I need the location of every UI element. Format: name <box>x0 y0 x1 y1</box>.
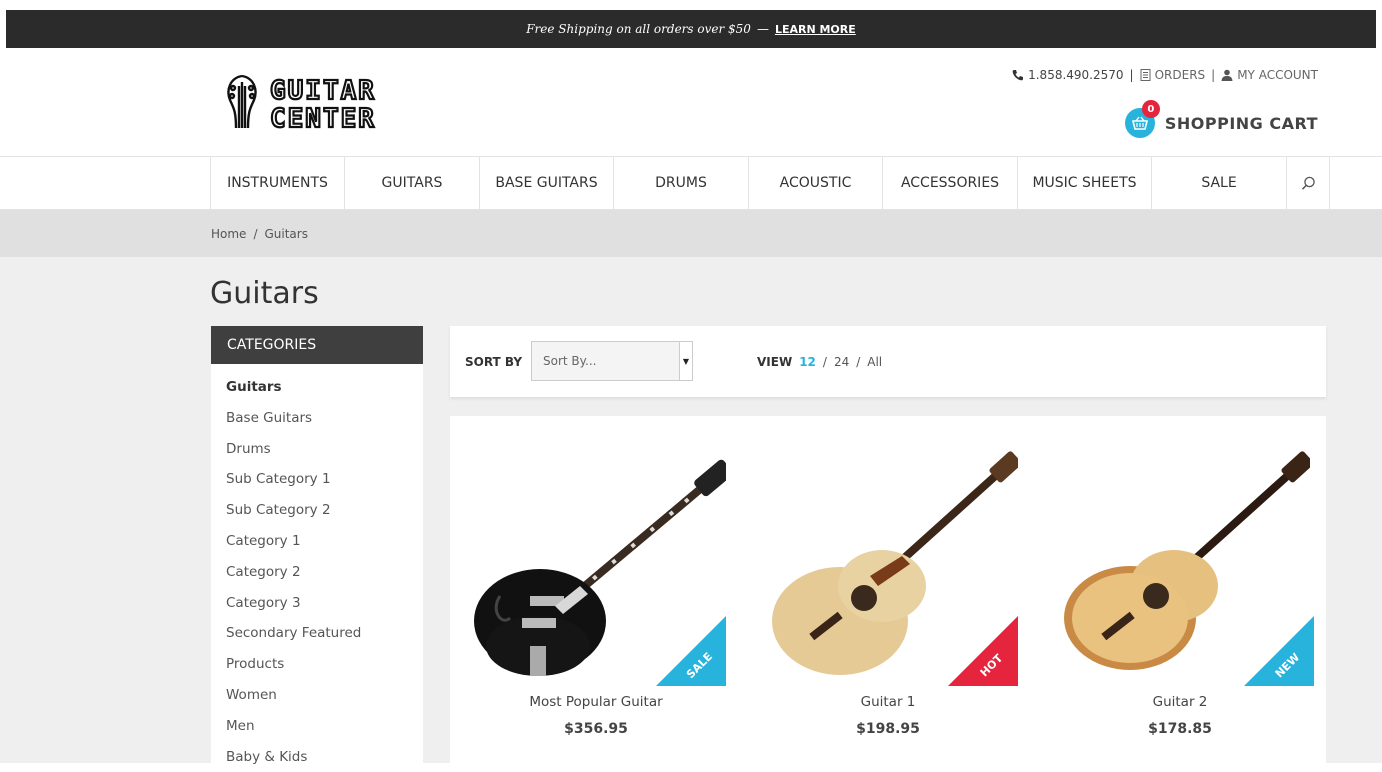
logo-text-bottom: CENTER <box>270 104 376 132</box>
product-price: $178.85 <box>1148 721 1212 737</box>
page-title: Guitars <box>210 276 319 311</box>
breadcrumb: Home / Guitars <box>211 227 308 241</box>
new-badge: NEW <box>1244 616 1314 686</box>
category-item-men[interactable]: Men <box>226 711 423 742</box>
categories-heading: CATEGORIES <box>211 326 423 364</box>
category-item-drums[interactable]: Drums <box>226 434 423 465</box>
phone-link[interactable]: 1.858.490.2570 <box>1012 68 1124 82</box>
promo-separator: — <box>756 22 769 36</box>
site-header: GUITAR CENTER 1.858.490.2570 | ORDERS | <box>0 48 1382 156</box>
user-icon <box>1221 69 1233 81</box>
main-nav: INSTRUMENTS GUITARS BASE GUITARS DRUMS A… <box>0 156 1382 210</box>
product-card[interactable]: NEW Guitar 2 $178.85 <box>1034 416 1326 763</box>
product-name[interactable]: Most Popular Guitar <box>450 694 742 710</box>
category-item-category-3[interactable]: Category 3 <box>226 588 423 619</box>
category-item-guitars[interactable]: Guitars <box>226 372 423 403</box>
guitar-center-logo[interactable]: GUITAR CENTER <box>222 72 462 132</box>
category-item-baby-kids[interactable]: Baby & Kids <box>226 742 423 772</box>
view-label: VIEW <box>757 355 793 369</box>
breadcrumb-separator: / <box>253 227 258 241</box>
search-button[interactable] <box>1286 157 1330 209</box>
sort-select[interactable]: Sort By... ▼ <box>531 341 693 381</box>
logo-text-top: GUITAR <box>270 76 376 106</box>
view-separator: / <box>856 355 861 369</box>
account-label: MY ACCOUNT <box>1237 68 1318 82</box>
util-divider: | <box>1129 68 1134 82</box>
breadcrumb-bar: Home / Guitars <box>0 210 1382 257</box>
nav-item-base-guitars[interactable]: BASE GUITARS <box>479 157 613 209</box>
product-card[interactable]: HOT Guitar 1 $198.95 <box>742 416 1034 763</box>
nav-item-drums[interactable]: DRUMS <box>613 157 748 209</box>
promo-text: Free Shipping on all orders over $50 <box>526 22 751 36</box>
view-options: VIEW 12 / 24 / All <box>757 355 882 369</box>
category-item-sub-category-2[interactable]: Sub Category 2 <box>226 495 423 526</box>
util-divider: | <box>1211 68 1216 82</box>
nav-item-sale[interactable]: SALE <box>1151 157 1286 209</box>
orders-icon <box>1140 69 1151 81</box>
nav-item-instruments[interactable]: INSTRUMENTS <box>210 157 344 209</box>
sort-by-label: SORT BY <box>465 355 523 369</box>
category-list: Guitars Base Guitars Drums Sub Category … <box>211 364 423 772</box>
account-link[interactable]: MY ACCOUNT <box>1221 68 1318 82</box>
shopping-cart-button[interactable]: 0 SHOPPING CART <box>1124 100 1318 138</box>
product-card[interactable]: SALE Most Popular Guitar $356.95 <box>450 416 742 763</box>
basket-icon <box>1131 116 1148 130</box>
product-price: $356.95 <box>564 721 628 737</box>
category-item-category-1[interactable]: Category 1 <box>226 526 423 557</box>
category-item-base-guitars[interactable]: Base Guitars <box>226 403 423 434</box>
view-option-12[interactable]: 12 <box>799 355 816 369</box>
cart-count-badge: 0 <box>1141 100 1160 118</box>
view-option-all[interactable]: All <box>867 355 882 369</box>
chevron-down-icon: ▼ <box>679 342 692 380</box>
sort-toolbar: SORT BY Sort By... ▼ VIEW 12 / 24 / All <box>450 326 1326 397</box>
nav-item-accessories[interactable]: ACCESSORIES <box>882 157 1017 209</box>
category-item-women[interactable]: Women <box>226 680 423 711</box>
breadcrumb-current: Guitars <box>264 227 308 241</box>
view-option-24[interactable]: 24 <box>834 355 849 369</box>
learn-more-link[interactable]: LEARN MORE <box>775 23 856 36</box>
product-grid: SALE Most Popular Guitar $356.95 HOT Gui… <box>450 416 1326 763</box>
guitar-headstock-icon <box>227 74 257 129</box>
orders-label: ORDERS <box>1154 68 1206 82</box>
phone-icon <box>1012 70 1024 81</box>
product-price: $198.95 <box>856 721 920 737</box>
product-name[interactable]: Guitar 2 <box>1034 694 1326 710</box>
nav-item-acoustic[interactable]: ACOUSTIC <box>748 157 882 209</box>
sale-badge: SALE <box>656 616 726 686</box>
view-separator: / <box>822 355 827 369</box>
search-icon <box>1301 176 1315 190</box>
category-item-category-2[interactable]: Category 2 <box>226 557 423 588</box>
product-name[interactable]: Guitar 1 <box>742 694 1034 710</box>
nav-item-guitars[interactable]: GUITARS <box>344 157 479 209</box>
shopping-cart-label: SHOPPING CART <box>1164 113 1318 133</box>
orders-link[interactable]: ORDERS <box>1140 68 1206 82</box>
sort-select-value: Sort By... <box>543 354 597 368</box>
category-item-secondary-featured[interactable]: Secondary Featured <box>226 618 423 649</box>
utility-links: 1.858.490.2570 | ORDERS | MY ACCOUNT <box>1012 68 1318 82</box>
cart-icon: 0 <box>1124 100 1160 138</box>
nav-item-music-sheets[interactable]: MUSIC SHEETS <box>1017 157 1151 209</box>
categories-sidebar: CATEGORIES Guitars Base Guitars Drums Su… <box>211 326 423 765</box>
breadcrumb-home[interactable]: Home <box>211 227 246 241</box>
promo-bar: Free Shipping on all orders over $50 — L… <box>6 10 1376 48</box>
hot-badge: HOT <box>948 616 1018 686</box>
category-item-sub-category-1[interactable]: Sub Category 1 <box>226 464 423 495</box>
phone-number: 1.858.490.2570 <box>1028 68 1124 82</box>
category-item-products[interactable]: Products <box>226 649 423 680</box>
